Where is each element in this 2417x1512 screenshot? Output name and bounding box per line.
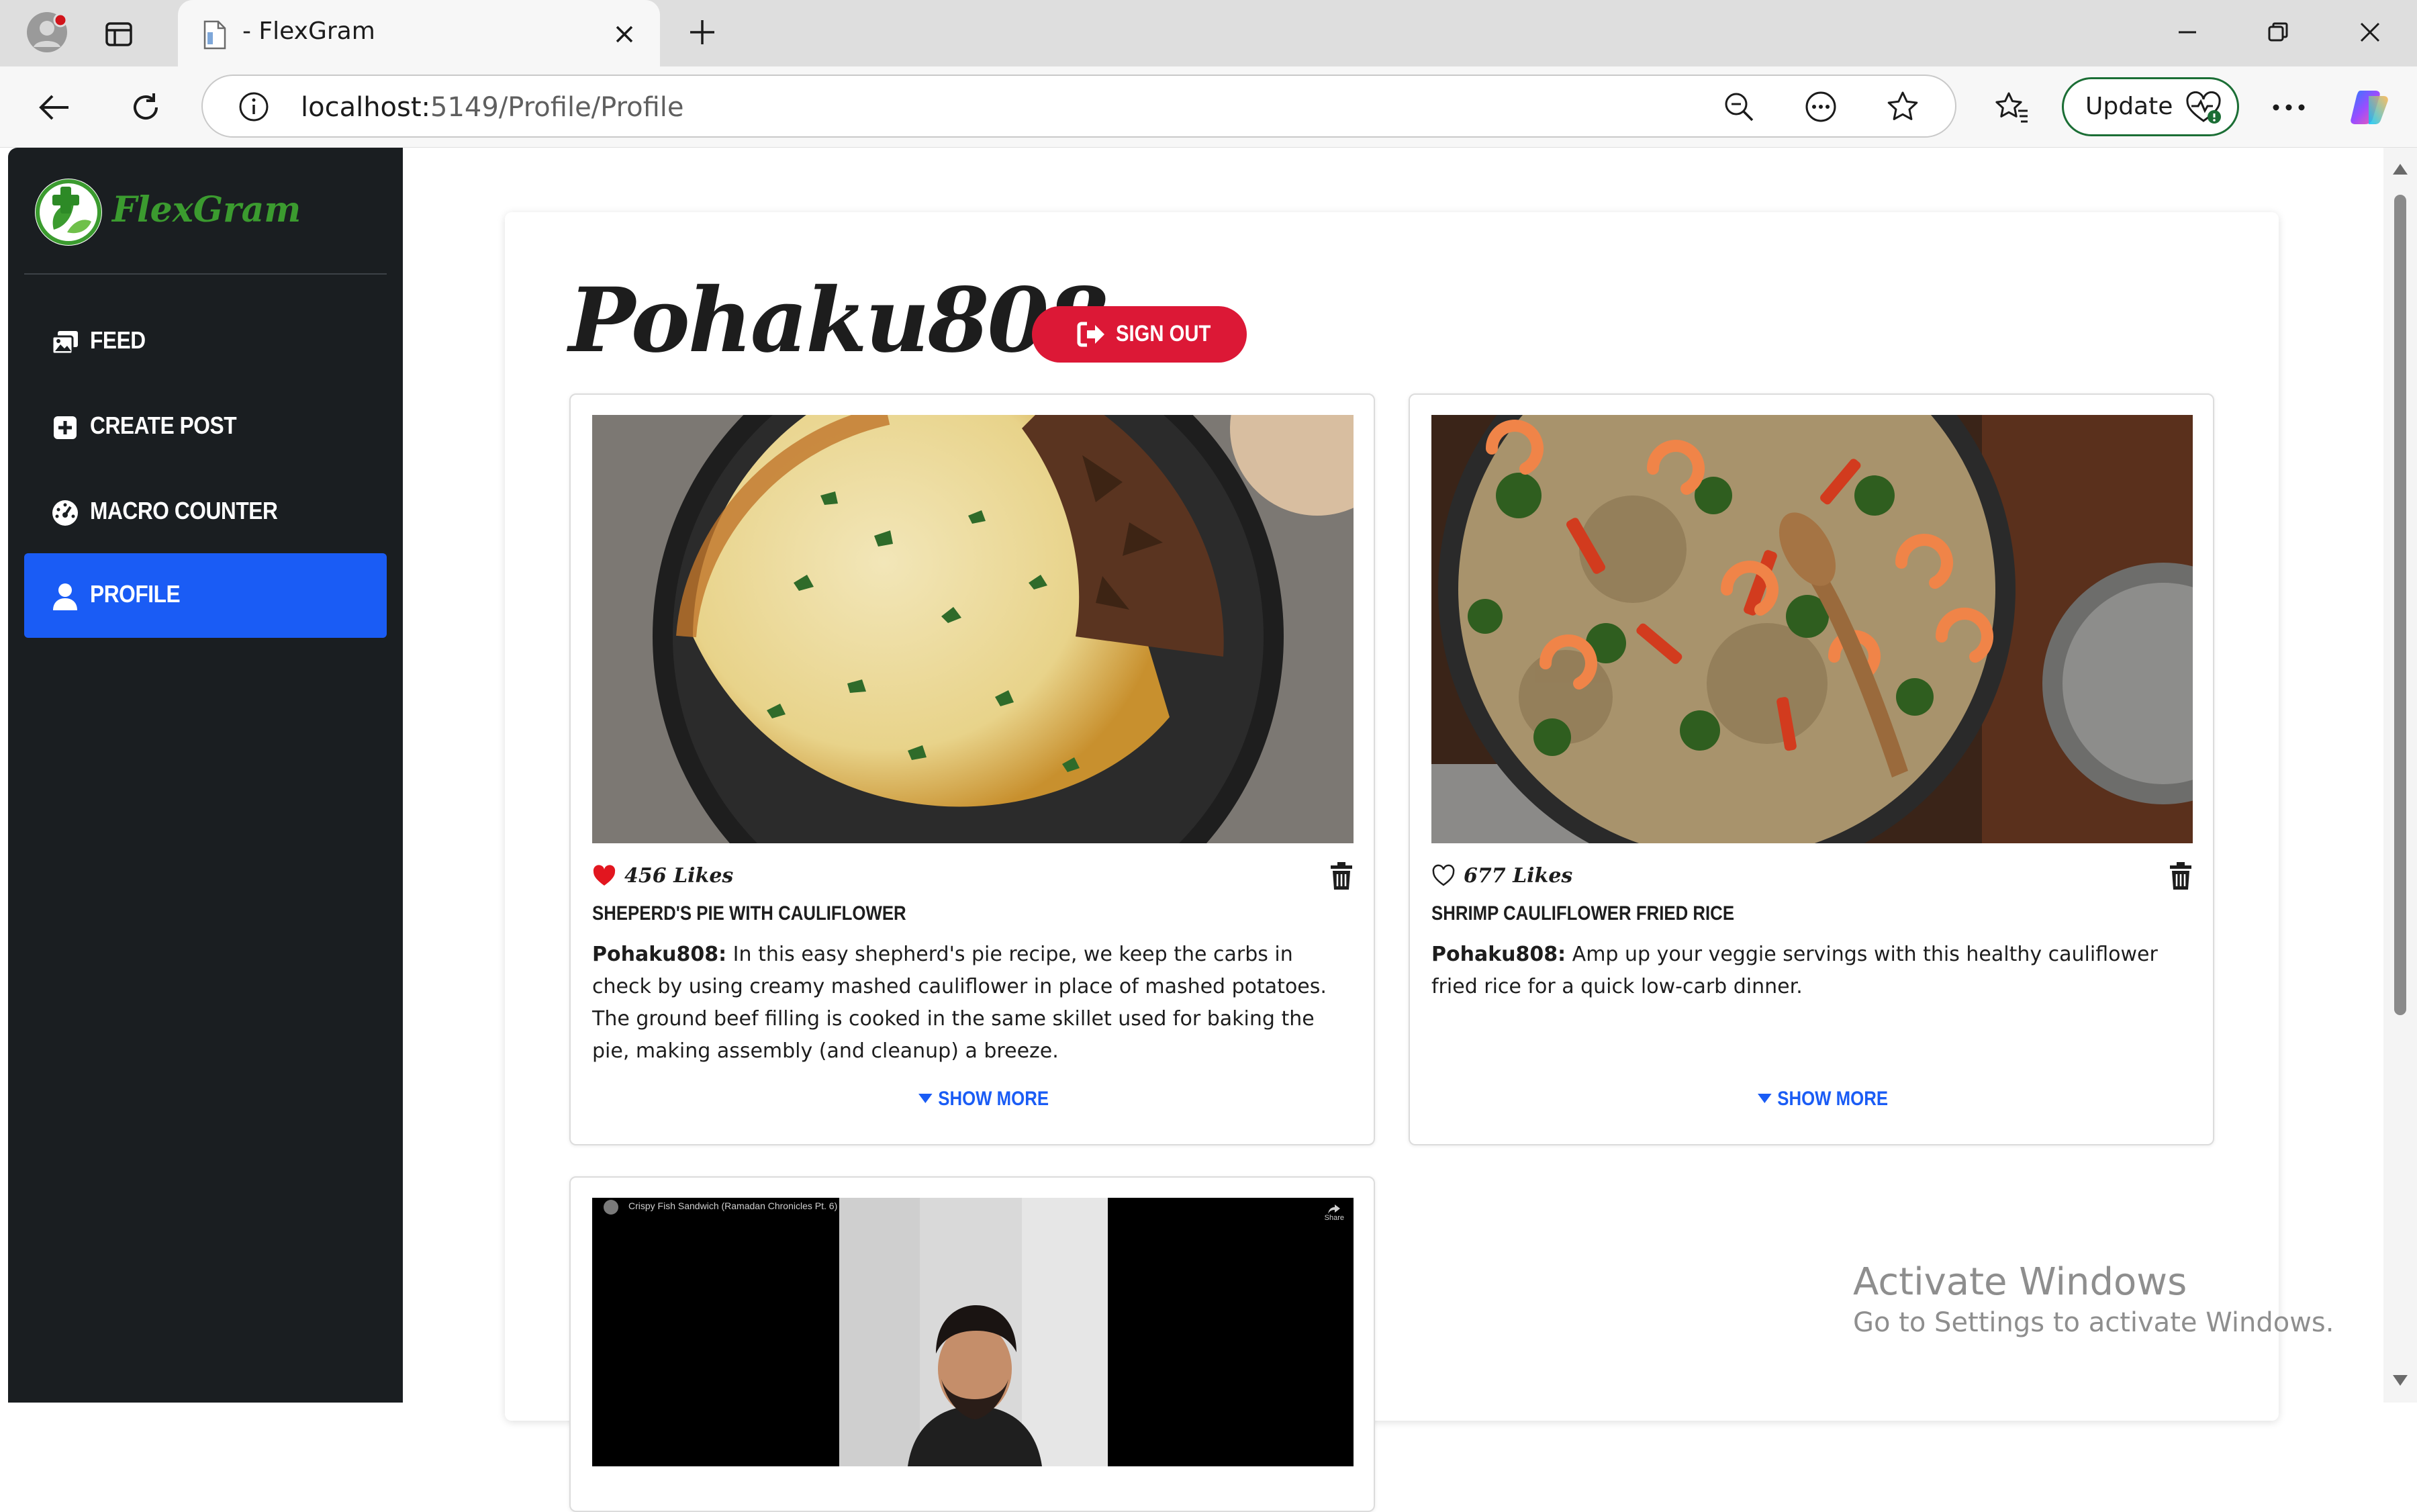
post-author[interactable]: Pohaku808: <box>592 943 726 966</box>
gauge-icon <box>52 500 78 526</box>
scroll-up-icon[interactable] <box>2391 162 2409 176</box>
more-tools-icon[interactable] <box>1803 89 1838 124</box>
post-card: 456 Likes SHEPERD'S PIE WITH CAULIFLOWER… <box>569 393 1375 1145</box>
video-player[interactable]: Crispy Fish Sandwich (Ramadan Chronicles… <box>592 1198 1354 1466</box>
tab-title: - FlexGram <box>242 17 375 45</box>
user-icon <box>53 583 77 610</box>
show-more-label: SHOW MORE <box>1777 1088 1889 1110</box>
post-image-shepherds-pie[interactable] <box>592 415 1354 843</box>
heart-filled-icon[interactable] <box>592 864 616 887</box>
likes-row: 456 Likes <box>592 861 1354 891</box>
browser-tab-bar: - FlexGram <box>0 0 2417 66</box>
page-scrollbar[interactable] <box>2383 148 2417 1403</box>
trash-icon[interactable] <box>1329 861 1354 891</box>
post-caption: Pohaku808: In this easy shepherd's pie r… <box>592 939 1354 1068</box>
sidebar-item-label: FEED <box>90 326 146 354</box>
show-more-label: SHOW MORE <box>938 1088 1049 1110</box>
reload-icon[interactable] <box>125 87 167 128</box>
sign-out-icon <box>1077 322 1104 347</box>
show-more-button[interactable]: SHOW MORE <box>1758 1088 1888 1111</box>
video-title[interactable]: Crispy Fish Sandwich (Ramadan Chronicles… <box>628 1200 837 1211</box>
watermark-subtitle: Go to Settings to activate Windows. <box>1853 1307 2334 1338</box>
minimize-icon[interactable] <box>2169 13 2206 51</box>
favorite-star-icon[interactable] <box>1885 89 1920 124</box>
likes-count: 456 Likes <box>624 864 734 888</box>
heart-outline-icon[interactable] <box>1431 864 1456 887</box>
post-image-shrimp-fried-rice[interactable] <box>1431 415 2193 843</box>
sidebar-item-create-post[interactable]: CREATE POST <box>24 385 387 469</box>
sidebar-item-label: CREATE POST <box>90 412 237 439</box>
tab-actions-icon[interactable] <box>101 16 137 52</box>
main-content: Pohaku808 SIGN OUT 456 Likes SHEPERD'S P… <box>403 148 2383 1512</box>
scrollbar-thumb[interactable] <box>2394 195 2406 1015</box>
profile-username: Pohaku808 <box>569 269 1108 373</box>
sidebar-item-profile[interactable]: PROFILE <box>24 553 387 638</box>
browser-tab-active[interactable]: - FlexGram <box>178 0 660 66</box>
browser-toolbar: localhost:5149/Profile/Profile Update <box>0 66 2417 148</box>
caret-down-icon <box>1758 1094 1772 1103</box>
profile-card: Pohaku808 SIGN OUT 456 Likes SHEPERD'S P… <box>505 212 2279 1512</box>
url-text: localhost:5149/Profile/Profile <box>301 92 684 123</box>
profile-avatar-icon[interactable] <box>23 8 71 56</box>
close-window-icon[interactable] <box>2351 13 2389 51</box>
likes-row: 677 Likes <box>1431 861 2193 891</box>
address-bar[interactable]: localhost:5149/Profile/Profile <box>201 75 1956 138</box>
plus-square-icon <box>54 416 77 439</box>
activate-windows-watermark: Activate Windows Go to Settings to activ… <box>1853 1260 2334 1341</box>
update-label: Update <box>2085 93 2173 120</box>
share-icon <box>1328 1204 1341 1214</box>
trash-icon[interactable] <box>2169 861 2193 891</box>
settings-more-icon[interactable] <box>2268 87 2310 128</box>
likes-count: 677 Likes <box>1464 864 1573 888</box>
show-more-button[interactable]: SHOW MORE <box>918 1088 1049 1111</box>
share-label: Share <box>1324 1214 1344 1222</box>
favorites-list-icon[interactable] <box>1991 87 2033 128</box>
copilot-icon[interactable] <box>2347 85 2394 130</box>
restore-window-icon[interactable] <box>2259 13 2297 51</box>
sidebar-item-macro-counter[interactable]: MACRO COUNTER <box>24 470 387 555</box>
back-arrow-icon[interactable] <box>34 87 75 128</box>
images-icon <box>51 331 78 355</box>
post-card-video: Crispy Fish Sandwich (Ramadan Chronicles… <box>569 1176 1375 1512</box>
watermark-title: Activate Windows <box>1853 1260 2187 1304</box>
sidebar-divider <box>24 273 387 275</box>
post-author[interactable]: Pohaku808: <box>1431 943 1566 966</box>
heart-pulse-icon <box>2185 91 2222 125</box>
sidebar-item-feed[interactable]: FEED <box>24 299 387 384</box>
new-tab-icon[interactable] <box>683 13 721 51</box>
caret-down-icon <box>918 1094 933 1103</box>
post-title: SHEPERD'S PIE WITH CAULIFLOWER <box>592 902 906 925</box>
flexgram-logo-icon[interactable] <box>34 177 103 247</box>
sign-out-button[interactable]: SIGN OUT <box>1032 306 1247 363</box>
update-button[interactable]: Update <box>2062 77 2239 136</box>
post-card: 677 Likes SHRIMP CAULIFLOWER FRIED RICE … <box>1409 393 2214 1145</box>
post-caption: Pohaku808: Amp up your veggie servings w… <box>1431 939 2193 1003</box>
sidebar-item-label: MACRO COUNTER <box>90 497 278 524</box>
close-tab-icon[interactable] <box>608 17 641 51</box>
scroll-down-icon[interactable] <box>2391 1374 2409 1387</box>
sidebar: FlexGram FEED CREATE POST MACRO COUNTER … <box>8 148 403 1403</box>
zoom-out-icon[interactable] <box>1721 89 1756 124</box>
sidebar-item-label: PROFILE <box>90 580 181 608</box>
page-favicon-icon <box>198 19 230 51</box>
post-title: SHRIMP CAULIFLOWER FRIED RICE <box>1431 902 1735 925</box>
site-info-icon[interactable] <box>236 89 271 124</box>
video-share-button[interactable]: Share <box>1325 1204 1344 1222</box>
sign-out-label: SIGN OUT <box>1116 321 1211 346</box>
brand-name[interactable]: FlexGram <box>112 189 301 230</box>
